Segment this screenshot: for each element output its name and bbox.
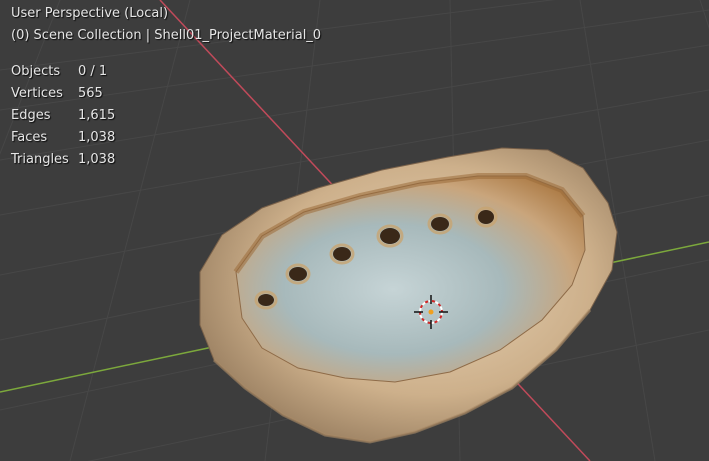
stat-row-edges: Edges 1,615	[11, 105, 321, 127]
stat-value: 0 / 1	[78, 64, 108, 79]
stat-value: 1,038	[78, 130, 116, 145]
stat-row-triangles: Triangles 1,038	[11, 149, 321, 171]
collection-info: (0) Scene Collection | Shell01_ProjectMa…	[11, 28, 322, 43]
shell-mesh	[199, 147, 618, 444]
viewport-overlay: User Perspective (Local) (0) Scene Colle…	[11, 3, 321, 171]
stat-value: 1,615	[78, 108, 116, 123]
stat-label: Triangles	[11, 152, 69, 167]
stat-value: 565	[78, 86, 103, 101]
stat-label: Objects	[11, 64, 61, 79]
stat-label: Faces	[11, 130, 48, 145]
stat-value: 1,038	[78, 152, 116, 167]
scene-statistics: Objects 0 / 1 Vertices 565 Edges 1,615 F…	[11, 61, 321, 171]
3d-viewport[interactable]: User Perspective (Local) (0) Scene Colle…	[0, 0, 709, 461]
view-title: User Perspective (Local)	[11, 6, 169, 21]
stat-row-faces: Faces 1,038	[11, 127, 321, 149]
stat-row-objects: Objects 0 / 1	[11, 61, 321, 83]
stat-row-vertices: Vertices 565	[11, 83, 321, 105]
stat-label: Vertices	[11, 86, 63, 101]
stat-label: Edges	[11, 108, 51, 123]
